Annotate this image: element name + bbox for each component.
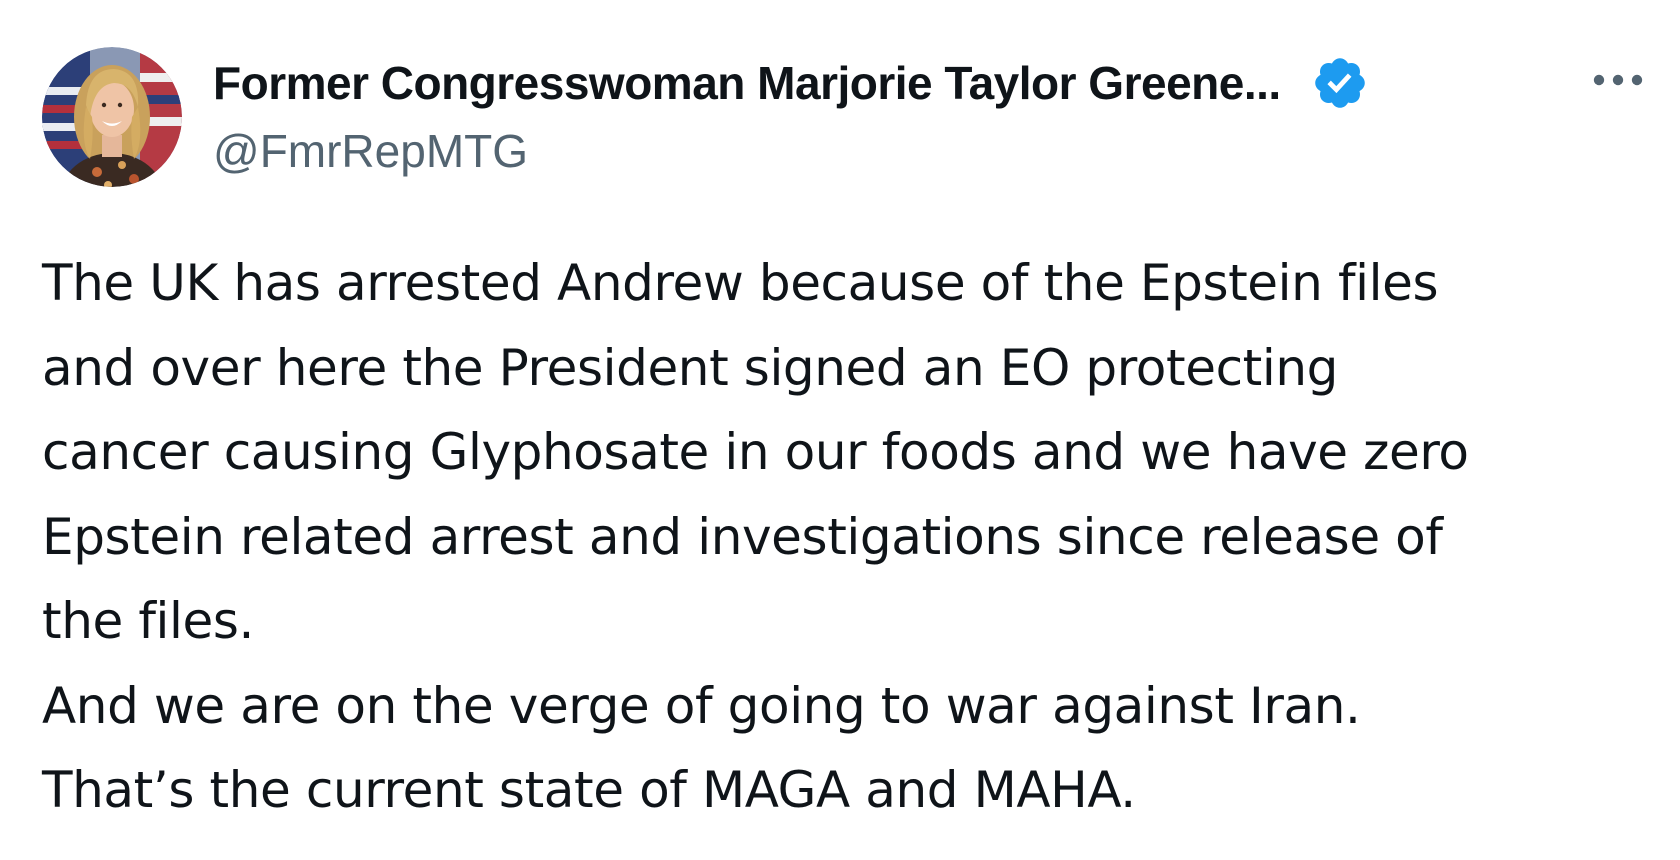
author-display-name[interactable]: Former Congresswoman Marjorie Taylor Gre… (213, 56, 1281, 110)
tweet-text-line: the files. (42, 592, 255, 650)
author-name-row: Former Congresswoman Marjorie Taylor Gre… (213, 48, 1369, 118)
more-horizontal-icon (1593, 74, 1643, 86)
avatar-image (42, 47, 182, 187)
tweet-text-line: The UK has arrested Andrew because of th… (42, 254, 1439, 312)
avatar[interactable] (42, 47, 182, 187)
verified-badge-icon[interactable] (1311, 54, 1369, 112)
more-options-button[interactable] (1586, 58, 1650, 102)
tweet: Former Congresswoman Marjorie Taylor Gre… (0, 0, 1680, 860)
tweet-text-line: And we are on the verge of going to war … (42, 676, 1361, 735)
tweet-text-line: cancer causing Glyphosate in our foods a… (42, 423, 1469, 481)
tweet-text-line: Epstein related arrest and investigation… (42, 507, 1443, 566)
tweet-text-line: and over here the President signed an EO… (42, 338, 1338, 397)
author-handle[interactable]: @FmrRepMTG (213, 124, 528, 178)
tweet-text-line: That’s the current state of MAGA and MAH… (42, 761, 1136, 819)
tweet-text: The UK has arrested Andrew because of th… (42, 241, 1662, 833)
